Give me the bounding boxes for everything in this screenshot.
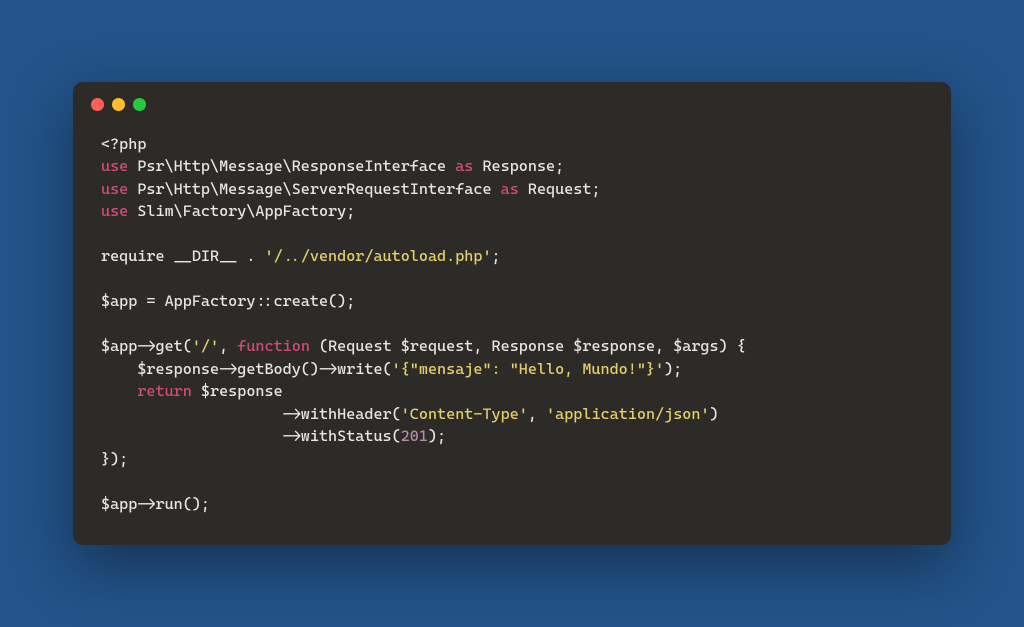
code-text: });	[101, 450, 128, 468]
code-text: $response	[192, 382, 283, 400]
string-literal: '/../vendor/autoload.php'	[264, 247, 491, 265]
minimize-icon[interactable]	[112, 98, 125, 111]
namespace: Psr\Http\Message\ServerRequestInterface	[128, 180, 500, 198]
code-text: );	[664, 360, 682, 378]
code-text: ->withHeader(	[101, 405, 401, 423]
code-block: <?php use Psr\Http\Message\ResponseInter…	[73, 119, 951, 545]
keyword-use: use	[101, 180, 128, 198]
code-text: $app->run();	[101, 495, 210, 513]
namespace: Psr\Http\Message\ResponseInterface	[128, 157, 455, 175]
maximize-icon[interactable]	[133, 98, 146, 111]
string-literal: 'application/json'	[546, 405, 709, 423]
code-window: <?php use Psr\Http\Message\ResponseInter…	[73, 82, 951, 545]
code-text: $app->get(	[101, 337, 192, 355]
keyword-function: function	[237, 337, 310, 355]
keyword-return: return	[137, 382, 192, 400]
keyword-use: use	[101, 202, 128, 220]
namespace: Slim\Factory\AppFactory;	[128, 202, 355, 220]
code-text: )	[710, 405, 719, 423]
code-text: ,	[528, 405, 546, 423]
keyword-use: use	[101, 157, 128, 175]
code-text: ->withStatus(	[101, 427, 401, 445]
close-icon[interactable]	[91, 98, 104, 111]
code-text: ,	[219, 337, 237, 355]
code-text: (Request $request, Response $response, $…	[310, 337, 746, 355]
string-literal: '{"mensaje": "Hello, Mundo!"}'	[392, 360, 664, 378]
alias: Request;	[519, 180, 601, 198]
string-literal: '/'	[192, 337, 219, 355]
keyword-as: as	[455, 157, 473, 175]
code-indent	[101, 382, 137, 400]
alias: Response;	[473, 157, 564, 175]
code-text: ;	[492, 247, 501, 265]
php-open-tag: <?php	[101, 135, 146, 153]
string-literal: 'Content-Type'	[401, 405, 528, 423]
code-text: $app = AppFactory::create();	[101, 292, 355, 310]
keyword-as: as	[501, 180, 519, 198]
code-text: require __DIR__ .	[101, 247, 264, 265]
window-titlebar	[73, 82, 951, 119]
code-text: );	[428, 427, 446, 445]
number-literal: 201	[401, 427, 428, 445]
code-text: $response->getBody()->write(	[101, 360, 392, 378]
